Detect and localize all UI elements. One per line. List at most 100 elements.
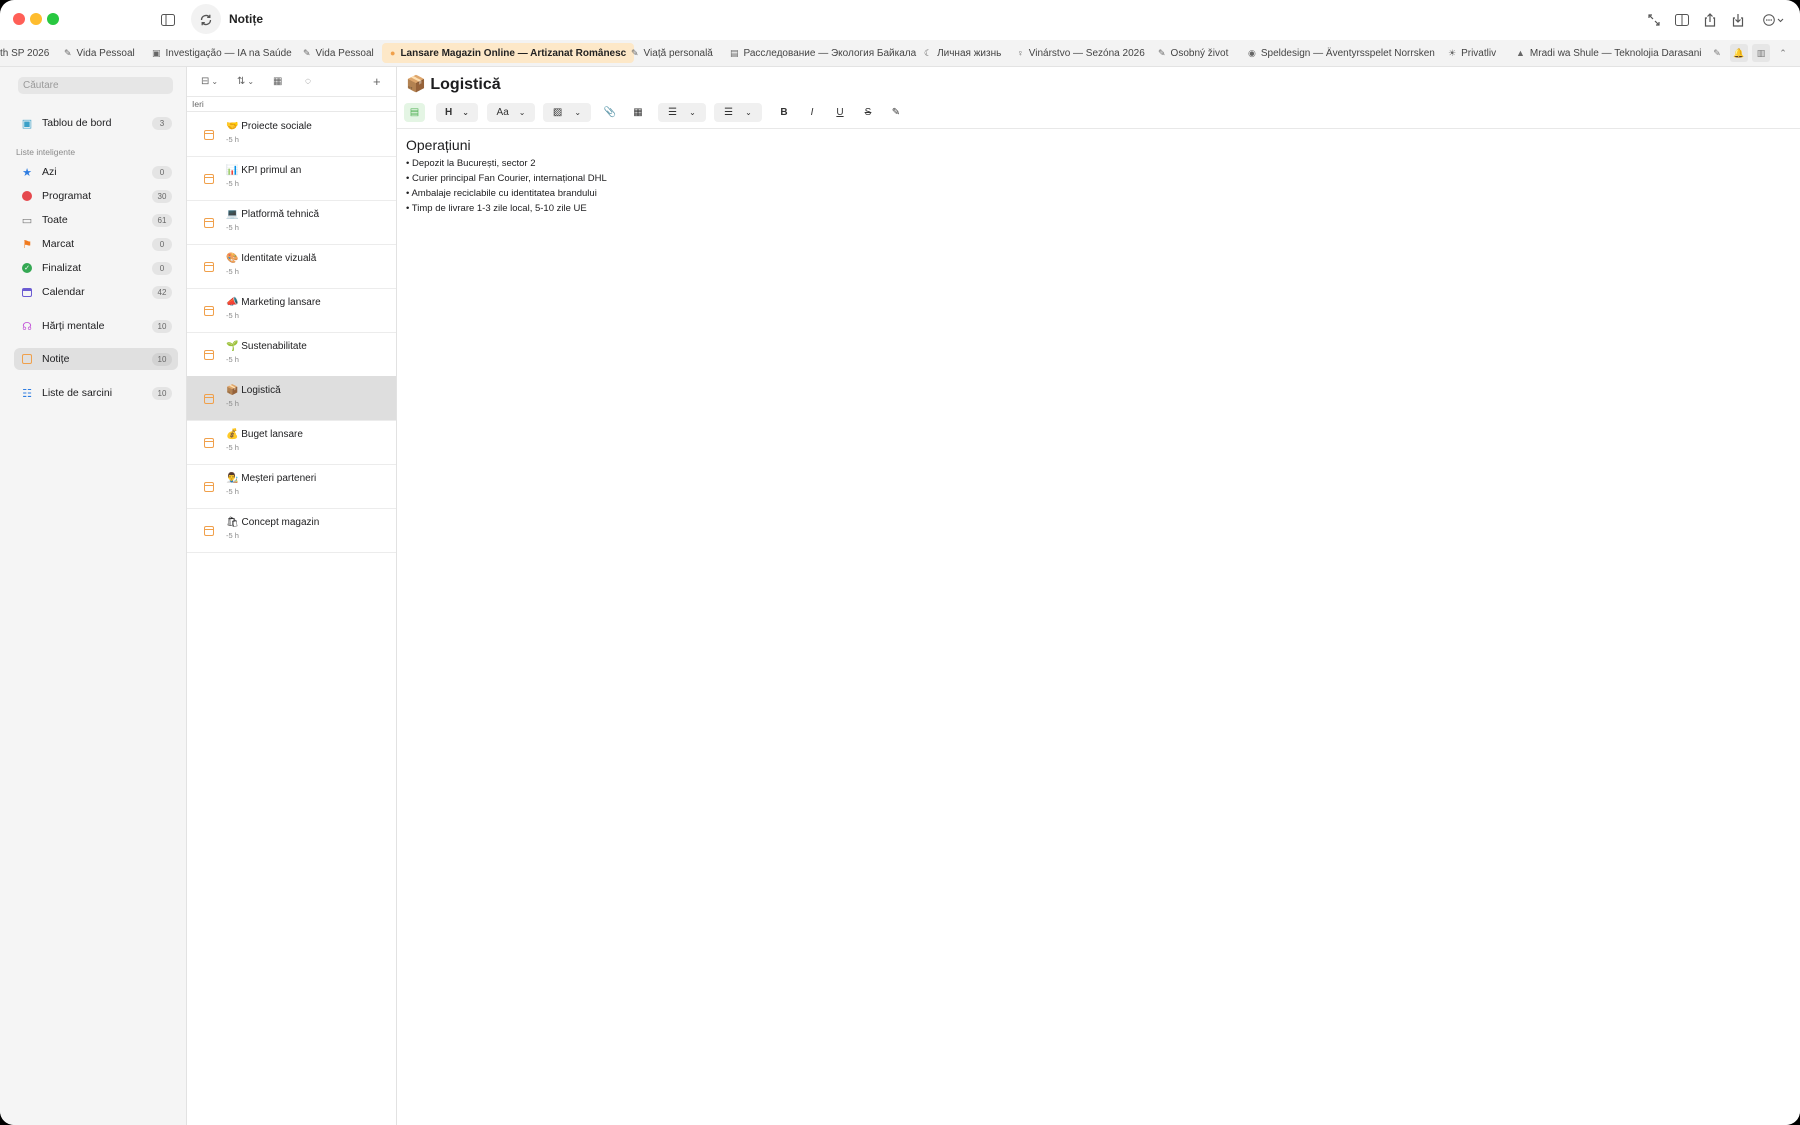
note-tab-icon: ✎: [631, 47, 639, 58]
sidebar-item-label: Hărți mentale: [42, 320, 105, 332]
sidebar-item-today[interactable]: ★ Azi 0: [14, 161, 178, 183]
note-title: 🌱 Sustenabilitate: [226, 341, 307, 352]
tab-10[interactable]: ◉ Speldesign — Äventyrsspelet Norrsken: [1248, 43, 1435, 63]
tab-4-active[interactable]: ● Lansare Magazin Online — Artizanat Româ…: [382, 43, 635, 63]
table-icon[interactable]: ▦: [628, 103, 648, 122]
toggle-sidebar-icon[interactable]: [156, 8, 180, 32]
note-title: 📣 Marketing lansare: [226, 297, 321, 308]
note-title: 💻 Platformă tehnică: [226, 209, 319, 220]
note-tab-icon: ✎: [1158, 47, 1166, 58]
note-title-text: Marketing lansare: [241, 297, 321, 308]
chevron-down-icon: ⌄: [689, 108, 696, 117]
close-window-button[interactable]: [13, 13, 25, 25]
highlighter-icon[interactable]: ✎: [886, 103, 906, 122]
note-row[interactable]: 👨‍🎨 Meșteri parteneri -5 h: [187, 464, 396, 509]
tab-12[interactable]: ▲ Mradi wa Shule — Teknolojia Darasani: [1516, 43, 1702, 63]
note-title: 📊 KPI primul an: [226, 165, 301, 176]
font-dropdown[interactable]: Aa ⌄: [487, 103, 535, 122]
heading-label: H: [445, 107, 453, 118]
tab-9[interactable]: ✎ Osobný život: [1158, 43, 1228, 63]
minimize-window-button[interactable]: [30, 13, 42, 25]
note-row[interactable]: 🎨 Identitate vizuală -5 h: [187, 244, 396, 289]
search-input[interactable]: Căutare: [18, 77, 173, 94]
list-dropdown[interactable]: ☰ ⌄: [714, 103, 762, 122]
section-heading: Operațiuni: [406, 137, 471, 153]
tab-overview-icon[interactable]: ▥: [1752, 44, 1770, 62]
note-row[interactable]: 🤝 Proiecte sociale -5 h: [187, 112, 396, 157]
note-row[interactable]: 💰 Buget lansare -5 h: [187, 420, 396, 465]
insert-image-dropdown[interactable]: ▨ ⌄: [543, 103, 591, 122]
tab-icon: ▣: [152, 47, 161, 58]
note-time: -5 h: [226, 311, 239, 320]
heading-dropdown[interactable]: H ⌄: [436, 103, 478, 122]
sidebar-item-calendar[interactable]: Calendar 42: [14, 281, 178, 303]
tab-bar: th SP 2026 ✎ Vida Pessoal ▣ Investigação —…: [0, 40, 1800, 67]
tab-label: Mradi wa Shule — Teknolojia Darasani: [1529, 47, 1702, 59]
add-note-icon[interactable]: +: [373, 73, 381, 89]
sidebar-item-notes[interactable]: Notițe 10: [14, 348, 178, 370]
tab-label: Investigação — IA na Saúde: [165, 47, 292, 59]
sidebar-item-flagged[interactable]: ⚑ Marcat 0: [14, 233, 178, 255]
bold-button[interactable]: B: [774, 103, 794, 122]
tab-7[interactable]: ☾ Личная жизнь: [924, 43, 1001, 63]
note-row[interactable]: 💻 Platformă tehnică -5 h: [187, 200, 396, 245]
document-body[interactable]: Operațiuni • Depozit la București, secto…: [406, 137, 607, 216]
tab-6[interactable]: ▤ Расследование — Экология Байкала: [730, 43, 916, 63]
note-title-text: Concept magazin: [241, 517, 320, 528]
sidebar-item-mindmaps[interactable]: ☊ Hărți mentale 10: [14, 315, 178, 337]
note-tab-icon: ✎: [64, 47, 72, 58]
sidebar-item-all[interactable]: ▭ Toate 61: [14, 209, 178, 231]
bullet-item: • Timp de livrare 1-3 zile local, 5-10 z…: [406, 203, 587, 214]
italic-button[interactable]: I: [802, 103, 822, 122]
tab-label: Viață personală: [643, 47, 713, 59]
attachment-icon[interactable]: 📎: [600, 103, 620, 122]
note-row[interactable]: 🛍 Concept magazin -5 h: [187, 508, 396, 553]
note-row[interactable]: 📊 KPI primul an -5 h: [187, 156, 396, 201]
filter-dropdown-icon[interactable]: ⊟ ⌄: [201, 73, 218, 89]
tab-11[interactable]: ☀ Privatliv: [1448, 43, 1496, 63]
note-icon: [204, 482, 214, 492]
sort-icon[interactable]: ⇅ ⌄: [237, 73, 254, 89]
note-tab-icon: ✎: [303, 47, 311, 58]
sidebar-item-dashboard[interactable]: ▣ Tablou de bord 3: [14, 112, 178, 134]
tab-2[interactable]: ▣ Investigação — IA na Saúde: [152, 43, 292, 63]
maximize-window-button[interactable]: [47, 13, 59, 25]
sidebar-item-label: Liste de sarcini: [42, 387, 113, 399]
split-view-icon[interactable]: [1670, 8, 1694, 32]
count-badge: 30: [152, 189, 172, 203]
sidebar-item-tasklists[interactable]: ☷ Liste de sarcini 10: [14, 382, 178, 404]
note-title-text: Buget lansare: [241, 429, 303, 440]
share-icon[interactable]: [1698, 8, 1722, 32]
underline-button[interactable]: U: [830, 103, 850, 122]
bell-icon[interactable]: 🔔: [1730, 44, 1748, 62]
tab-overflow-icon[interactable]: ✎: [1708, 44, 1726, 62]
document-mode-icon[interactable]: ▤: [404, 103, 425, 122]
expand-icon[interactable]: [1642, 8, 1666, 32]
view-mode-icon[interactable]: ▦: [273, 73, 282, 89]
tab-0[interactable]: th SP 2026: [0, 43, 49, 63]
note-row-selected[interactable]: 📦 Logistică -5 h: [187, 376, 396, 421]
download-icon[interactable]: [1726, 8, 1750, 32]
alignment-dropdown[interactable]: ☰ ⌄: [658, 103, 706, 122]
tab-3[interactable]: ✎ Vida Pessoal: [303, 43, 374, 63]
more-options-icon[interactable]: [1760, 8, 1788, 32]
select-icon[interactable]: ◌: [305, 73, 311, 89]
note-row[interactable]: 📣 Marketing lansare -5 h: [187, 288, 396, 333]
chevron-up-icon[interactable]: ⌃: [1774, 44, 1792, 62]
sidebar-item-label: Finalizat: [42, 262, 82, 274]
sidebar-item-completed[interactable]: ✓ Finalizat 0: [14, 257, 178, 279]
tab-1[interactable]: ✎ Vida Pessoal: [64, 43, 135, 63]
note-row[interactable]: 🌱 Sustenabilitate -5 h: [187, 332, 396, 377]
count-badge: 0: [152, 261, 172, 275]
count-badge: 10: [152, 352, 172, 366]
tab-5[interactable]: ✎ Viață personală: [631, 43, 713, 63]
strikethrough-button[interactable]: S: [858, 103, 878, 122]
project-tab-icon: ●: [390, 48, 396, 58]
document-title[interactable]: 📦 Logistică: [406, 74, 501, 94]
note-list-toolbar: ⊟ ⌄ ⇅ ⌄ ▦ ◌ +: [187, 67, 396, 95]
sync-icon[interactable]: [194, 8, 218, 32]
tab-8[interactable]: ♀ Vinárstvo — Sezóna 2026: [1017, 43, 1145, 63]
sidebar-item-scheduled[interactable]: Programat 30: [14, 185, 178, 207]
tab-label: th SP 2026: [0, 47, 50, 59]
note-list: ⊟ ⌄ ⇅ ⌄ ▦ ◌ + Ieri 🤝 Proiecte sociale -5 h…: [187, 67, 397, 1125]
